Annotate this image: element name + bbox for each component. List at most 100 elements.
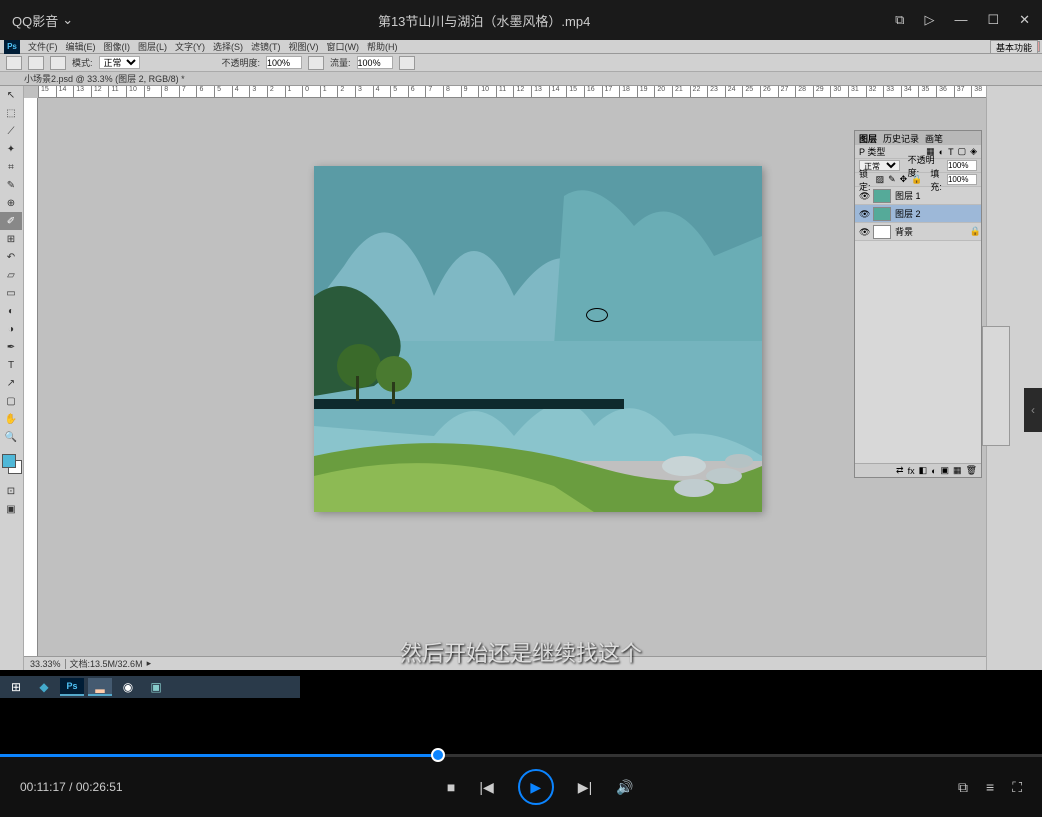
stamp-tool-icon[interactable]: ⊞ — [0, 230, 22, 248]
airbrush-icon[interactable] — [399, 56, 415, 70]
move-tool-icon[interactable]: ↖ — [0, 86, 22, 104]
volume-icon[interactable]: 🔊 — [616, 779, 633, 796]
marquee-tool-icon[interactable]: ⬚ — [0, 104, 22, 122]
document-tab[interactable]: 小场景2.psd @ 33.3% (图层 2, RGB/8) * — [0, 72, 1042, 86]
next-button[interactable]: ▶| — [578, 779, 592, 796]
filter-smart-icon[interactable]: ◈ — [970, 146, 977, 157]
fx-icon[interactable]: fx — [908, 466, 915, 476]
player-controls: 00:11:17 / 00:26:51 ■ |◀ ▶ ▶| 🔊 ⧉ ≡ ⛶ — [0, 757, 1042, 817]
maximize-icon[interactable]: ☐ — [987, 12, 999, 28]
workspace-button[interactable]: 基本功能 — [990, 40, 1038, 54]
gradient-tool-icon[interactable]: ▭ — [0, 284, 22, 302]
layer-row[interactable]: 👁背景🔒 — [855, 223, 981, 241]
path-tool-icon[interactable]: ↗ — [0, 374, 22, 392]
adjustment-icon[interactable]: ◐ — [931, 466, 936, 476]
seekbar[interactable] — [0, 754, 1042, 757]
tab-brush[interactable]: 画笔 — [925, 132, 943, 145]
menu-edit[interactable]: 编辑(E) — [66, 40, 96, 53]
heal-tool-icon[interactable]: ⊕ — [0, 194, 22, 212]
shape-tool-icon[interactable]: ▢ — [0, 392, 22, 410]
app-name[interactable]: QQ影音 ⌄ — [12, 11, 73, 30]
pressure-opacity-icon[interactable] — [308, 56, 324, 70]
menu-file[interactable]: 文件(F) — [28, 40, 58, 53]
lasso-tool-icon[interactable]: ⟋ — [0, 122, 22, 140]
lock-pos-icon[interactable]: ✥ — [900, 174, 908, 185]
playlist-icon[interactable]: ≡ — [986, 779, 994, 796]
opacity-input[interactable] — [266, 56, 302, 69]
side-collapse-icon[interactable]: ‹ — [1024, 388, 1042, 432]
lock-trans-icon[interactable]: ▨ — [876, 174, 885, 185]
fullscreen-icon[interactable]: ⛶ — [1012, 779, 1022, 796]
tb-photoshop-icon[interactable]: Ps — [60, 678, 84, 696]
close-icon[interactable]: ✕ — [1019, 12, 1030, 28]
brush-preset-icon[interactable] — [28, 56, 44, 70]
hand-tool-icon[interactable]: ✋ — [0, 410, 22, 428]
stop-button[interactable]: ■ — [447, 779, 455, 795]
pin-icon[interactable]: ▷ — [924, 12, 934, 28]
fill-input[interactable] — [947, 174, 977, 185]
foreground-color[interactable] — [2, 454, 16, 468]
link-layers-icon[interactable]: ⇄ — [896, 465, 904, 476]
zoom-tool-icon[interactable]: 🔍 — [0, 428, 22, 446]
type-tool-icon[interactable]: T — [0, 356, 22, 374]
wand-tool-icon[interactable]: ✦ — [0, 140, 22, 158]
blend-mode-select[interactable]: 正常 — [99, 56, 140, 69]
tb-app1-icon[interactable]: ◆ — [32, 678, 56, 696]
layer-name[interactable]: 图层 1 — [895, 189, 921, 202]
tab-layers[interactable]: 图层 — [859, 132, 877, 145]
layer-name[interactable]: 图层 2 — [895, 207, 921, 220]
filter-txt-icon[interactable]: T — [948, 147, 954, 157]
canvas[interactable] — [314, 166, 762, 512]
crop-tool-icon[interactable]: ⌗ — [0, 158, 22, 176]
mask-icon[interactable]: ◧ — [919, 465, 928, 476]
brush-icon[interactable] — [6, 56, 22, 70]
menu-window[interactable]: 窗口(W) — [327, 40, 360, 53]
pip-icon[interactable]: ⧉ — [895, 12, 904, 28]
history-brush-tool-icon[interactable]: ↶ — [0, 248, 22, 266]
group-icon[interactable]: ▣ — [941, 465, 950, 476]
trash-icon[interactable]: 🗑 — [966, 465, 977, 476]
mini-panel[interactable] — [982, 326, 1010, 446]
new-layer-icon[interactable]: ▦ — [953, 465, 962, 476]
brush-panel-icon[interactable] — [50, 56, 66, 70]
menu-layer[interactable]: 图层(L) — [138, 40, 167, 53]
menu-view[interactable]: 视图(V) — [289, 40, 319, 53]
tb-explorer-icon[interactable]: ▂ — [88, 678, 112, 696]
visibility-icon[interactable]: 👁 — [859, 209, 869, 219]
eyedropper-tool-icon[interactable]: ✎ — [0, 176, 22, 194]
quickmask-icon[interactable]: ⊡ — [0, 482, 22, 500]
menu-type[interactable]: 文字(Y) — [175, 40, 205, 53]
filter-shape-icon[interactable]: ▢ — [958, 146, 967, 157]
brush-tool-icon[interactable]: ✐ — [0, 212, 22, 230]
menu-help[interactable]: 帮助(H) — [367, 40, 398, 53]
layer-row[interactable]: 👁 图层 1 — [855, 187, 981, 205]
layer-row[interactable]: 👁 图层 2 — [855, 205, 981, 223]
lock-all-icon[interactable]: 🔒 — [911, 174, 922, 185]
screenmode-icon[interactable]: ▣ — [0, 500, 22, 518]
play-button[interactable]: ▶ — [518, 769, 554, 805]
menu-select[interactable]: 选择(S) — [213, 40, 243, 53]
dodge-tool-icon[interactable]: ◑ — [0, 320, 22, 338]
flow-input[interactable] — [357, 56, 393, 69]
minimize-icon[interactable]: — — [954, 12, 967, 28]
lock-paint-icon[interactable]: ✎ — [888, 174, 896, 185]
tb-app5-icon[interactable]: ▣ — [144, 678, 168, 696]
blur-tool-icon[interactable]: ◐ — [0, 302, 22, 320]
pen-tool-icon[interactable]: ✒ — [0, 338, 22, 356]
tab-history[interactable]: 历史记录 — [883, 132, 919, 145]
eraser-tool-icon[interactable]: ▱ — [0, 266, 22, 284]
seek-thumb[interactable] — [431, 748, 445, 762]
lock-label: 锁定: — [859, 167, 872, 193]
menu-filter[interactable]: 滤镜(T) — [251, 40, 281, 53]
layer-name[interactable]: 背景 — [895, 225, 913, 238]
screenshot-icon[interactable]: ⧉ — [958, 779, 968, 796]
visibility-icon[interactable]: 👁 — [859, 191, 869, 201]
color-swatches[interactable] — [0, 454, 22, 482]
start-icon[interactable]: ⊞ — [4, 678, 28, 696]
tb-chrome-icon[interactable]: ◉ — [116, 678, 140, 696]
menu-image[interactable]: 图像(I) — [104, 40, 131, 53]
ps-options-bar: 模式: 正常 不透明度: 流量: — [0, 54, 1042, 72]
visibility-icon[interactable]: 👁 — [859, 227, 869, 237]
prev-button[interactable]: |◀ — [479, 779, 493, 796]
layer-opacity-input[interactable] — [947, 160, 977, 171]
